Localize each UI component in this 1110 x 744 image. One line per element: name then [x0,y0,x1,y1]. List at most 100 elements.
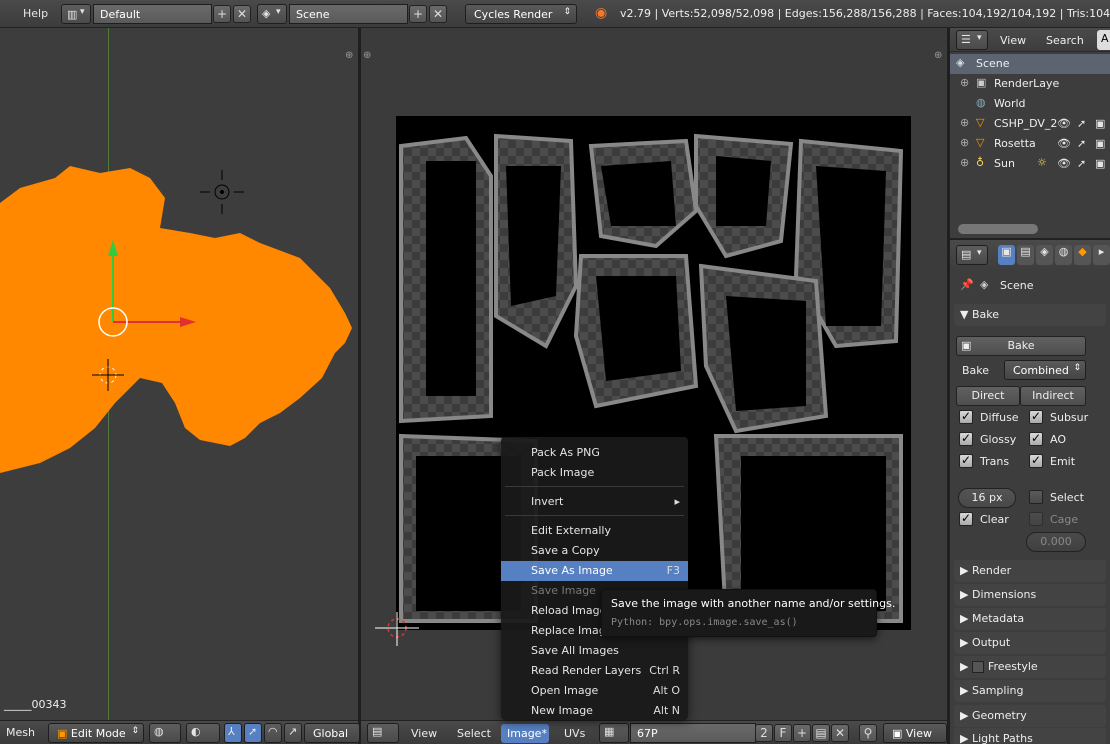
camera-icon[interactable]: ▣ [1095,157,1105,170]
bake-type-select[interactable]: Combined ⇕ [1004,360,1086,380]
render-tab-icon[interactable]: ▣ [998,245,1015,265]
screen-layout-name[interactable]: Default [93,4,212,24]
menu-item-invert[interactable]: Invert ▸ [501,492,688,512]
add-scene-button[interactable]: + [409,5,427,23]
direct-toggle[interactable]: Direct [956,386,1020,406]
scene-selector[interactable]: ◈ ▾ [257,4,287,24]
scene-name[interactable]: Scene [289,4,408,24]
open-image-icon[interactable]: ▤ [812,724,830,742]
bake-button[interactable]: ▣ Bake [956,336,1086,356]
ao-checkbox[interactable] [1029,431,1043,446]
clear-checkbox[interactable] [959,511,973,526]
menu-item-new-image[interactable]: New Image Alt N [501,701,688,721]
editor-type-selector[interactable]: ▤ ▾ [956,245,988,265]
subsurface-checkbox[interactable] [1029,409,1043,424]
screen-layout-selector[interactable]: ▥ ▾ [61,4,91,24]
emit-checkbox[interactable] [1029,453,1043,468]
outliner-item-scene[interactable]: ◈ Scene [950,54,1110,74]
menu-item-edit-externally[interactable]: Edit Externally [501,521,688,541]
menu-item-read-render-layers[interactable]: Read Render Layers Ctrl R [501,661,688,681]
more-tab-icon[interactable]: ▸ [1093,245,1110,265]
menu-item-save-as-image[interactable]: Save As Image F3 [501,561,688,581]
glossy-checkbox[interactable] [959,431,973,446]
region-plus-icon[interactable]: ⊕ [934,50,942,61]
comet-mesh[interactable] [0,28,358,720]
expand-plus-icon[interactable]: ⊕ [960,76,969,89]
select-menu[interactable]: Select [457,727,491,740]
outliner-search-menu[interactable]: Search [1046,34,1084,47]
horizontal-scrollbar[interactable] [958,224,1038,234]
rotate-toggle[interactable]: ◠ [264,723,282,743]
mesh-menu[interactable]: Mesh [6,726,35,739]
object-tab-icon[interactable]: ◆ [1074,245,1091,265]
uvs-menu[interactable]: UVs [564,727,585,740]
pivot-select[interactable]: ◐ [186,723,220,743]
menu-item-save-a-copy[interactable]: Save a Copy [501,541,688,561]
shading-select[interactable]: ◍ [149,723,181,743]
orientation-select[interactable]: Global [304,723,360,743]
indirect-toggle[interactable]: Indirect [1020,386,1086,406]
outliner-item-world[interactable]: ◍ World [950,94,1110,114]
diffuse-checkbox[interactable] [959,409,973,424]
world-tab-icon[interactable]: ◍ [1055,245,1072,265]
expand-plus-icon[interactable]: ⊕ [960,116,969,129]
selected-to-active-checkbox[interactable] [1029,490,1043,504]
add-layout-button[interactable]: + [213,5,231,23]
render-panel-header[interactable]: ▶ Render [954,560,1106,582]
freestyle-checkbox[interactable] [971,661,984,673]
outliner-item-sun[interactable]: ⊕ ♁ Sun ☼ 👁 ➚ ▣ [950,154,1110,174]
view-mode-select[interactable]: ▣ View [883,723,947,743]
close-icon[interactable]: ✕ [831,724,849,742]
editor-type-selector[interactable]: ▤ [367,723,399,743]
close-icon[interactable]: ✕ [429,5,447,23]
sampling-panel-header[interactable]: ▶ Sampling [954,680,1106,702]
editor-type-selector[interactable]: ☰ ▾ [956,30,988,50]
margin-field[interactable]: 16 px [958,488,1016,508]
close-icon[interactable]: ✕ [233,5,251,23]
manipulator-toggle[interactable]: ⅄ [224,723,242,743]
outliner[interactable]: ☰ ▾ View Search A ◈ Scene ⊕ ▣ RenderLaye… [950,28,1110,240]
menu-item-pack-as-png[interactable]: Pack As PNG [501,443,688,463]
freestyle-panel-header[interactable]: ▶ Freestyle [954,656,1106,678]
outliner-item-cshp[interactable]: ⊕ ▽ CSHP_DV_2 👁 ➚ ▣ [950,114,1110,134]
pin-icon[interactable]: ⚲ [859,724,877,742]
image-menu[interactable]: Image* [501,724,549,743]
camera-icon[interactable]: ▣ [1095,137,1105,150]
display-mode-button[interactable]: A [1097,30,1110,50]
cage-checkbox[interactable] [1029,512,1043,526]
camera-icon[interactable]: ▣ [1095,117,1105,130]
image-browse-button[interactable]: ▦ [599,723,629,743]
mode-select[interactable]: ▣ Edit Mode ⇕ [48,723,144,743]
eye-icon[interactable]: 👁 [1057,117,1071,130]
pin-icon[interactable]: 📌 [960,278,974,291]
render-engine-select[interactable]: Cycles Render ⇕ [465,4,577,24]
bake-panel-header[interactable]: ▼ Bake [954,304,1106,326]
scale-toggle[interactable]: ↗ [284,723,302,743]
eye-icon[interactable]: 👁 [1057,137,1071,150]
eye-icon[interactable]: 👁 [1057,157,1071,170]
region-plus-icon[interactable]: ⊕ [345,50,353,61]
cursor-select-icon[interactable]: ➚ [1077,137,1086,150]
light-paths-panel-header[interactable]: ▶ Light Paths [954,728,1106,744]
menu-item-save-all-images[interactable]: Save All Images [501,641,688,661]
transmission-checkbox[interactable] [959,453,973,468]
expand-plus-icon[interactable]: ⊕ [960,156,969,169]
translate-toggle[interactable]: ➚ [244,723,262,743]
region-plus-icon[interactable]: ⊕ [363,50,371,61]
view-menu[interactable]: View [411,727,437,740]
2d-cursor-icon[interactable] [371,612,421,648]
cursor-select-icon[interactable]: ➚ [1077,117,1086,130]
menu-item-pack-image[interactable]: Pack Image [501,463,688,483]
geometry-panel-header[interactable]: ▶ Geometry [954,705,1106,727]
image-name-field[interactable]: 67P [630,723,756,743]
fake-user-toggle[interactable]: F [774,724,792,742]
outliner-item-renderlayers[interactable]: ⊕ ▣ RenderLaye [950,74,1110,94]
dimensions-panel-header[interactable]: ▶ Dimensions [954,584,1106,606]
help-menu[interactable]: Help [23,7,48,20]
renderlayer-tab-icon[interactable]: ▤ [1017,245,1034,265]
expand-plus-icon[interactable]: ⊕ [960,136,969,149]
scene-tab-icon[interactable]: ◈ [1036,245,1053,265]
output-panel-header[interactable]: ▶ Output [954,632,1106,654]
3d-viewport[interactable]: ⊕ _____00343 [0,28,358,720]
ray-distance-field[interactable]: 0.000 [1026,532,1086,552]
